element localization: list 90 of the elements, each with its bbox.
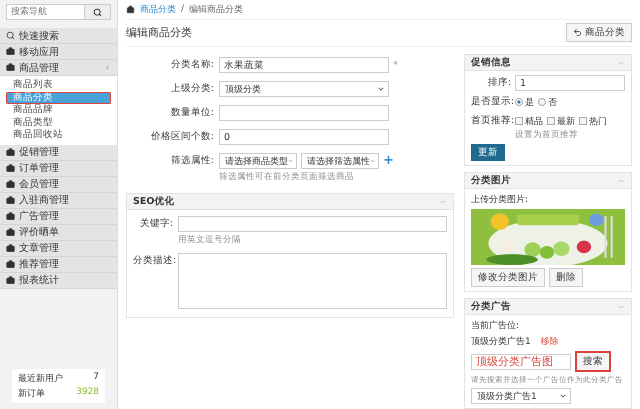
back-icon (573, 28, 582, 38)
stat-value: 7 (93, 372, 99, 384)
ad-select[interactable]: 顶级分类广告1 (471, 388, 571, 404)
caret-icon (377, 85, 385, 93)
select-field[interactable]: 请选择商品类型 (219, 153, 297, 169)
checkbox-option[interactable]: 精品 (515, 114, 543, 128)
field-hint: 设置为首页推荐 (515, 129, 579, 141)
briefcase-icon (6, 244, 15, 252)
menu-item[interactable]: 广告管理 (0, 208, 117, 224)
menu-item[interactable]: 商品管理 (0, 60, 117, 76)
field-label: 分类描述: (133, 254, 173, 268)
menu-item[interactable]: 入驻商管理 (0, 192, 117, 208)
search-icon (6, 31, 15, 40)
current-ad-value: 顶级分类广告1 (471, 336, 531, 348)
briefcase-icon (6, 196, 15, 204)
briefcase-icon (6, 63, 15, 72)
menu-item[interactable]: 会员管理 (0, 176, 117, 192)
briefcase-icon (6, 180, 15, 188)
field-label: 价格区间个数: (150, 130, 214, 144)
upload-label: 上传分类图片: (471, 194, 530, 206)
panel-title: SEO优化 (133, 195, 174, 208)
menu-item[interactable]: 文章管理 (0, 240, 117, 256)
panel-title: 分类广告 (471, 300, 511, 313)
breadcrumb-separator: / (181, 4, 184, 14)
description-field[interactable] (178, 253, 447, 309)
search-field[interactable]: 搜索导航 (6, 4, 85, 20)
remove-link[interactable]: 移除 (540, 335, 559, 348)
panel-title: 分类图片 (471, 174, 511, 187)
briefcase-icon (6, 260, 15, 268)
caret-icon (370, 157, 375, 165)
required-mark: * (393, 60, 398, 70)
quick-search-item[interactable]: 快速搜索 (0, 28, 117, 44)
caret-icon (288, 157, 293, 165)
menu-item[interactable]: 报表统计 (0, 272, 117, 288)
checkbox-option[interactable]: 热门 (579, 114, 607, 128)
stat-label: 最近新用户 (18, 372, 63, 385)
briefcase-icon (6, 276, 15, 284)
caret-icon (559, 392, 567, 400)
menu-item[interactable]: 促销管理 (0, 144, 117, 160)
field-label: 首页推荐: (471, 114, 511, 128)
page-title: 编辑商品分类 (126, 25, 192, 40)
breadcrumb-link[interactable]: 编辑商品分类 (189, 2, 244, 16)
search-button[interactable]: 搜索 (575, 351, 611, 372)
panel-title: 促销信息 (471, 56, 511, 69)
search-icon (93, 8, 102, 16)
collapse-icon (104, 64, 111, 71)
select-field[interactable]: 请选择筛选属性 (301, 153, 379, 169)
briefcase-icon (6, 148, 15, 156)
menu-item[interactable]: 订单管理 (0, 160, 117, 176)
briefcase-icon (6, 164, 15, 172)
add-button[interactable]: + (383, 154, 394, 168)
field-label: 上级分类: (170, 82, 214, 96)
text-field[interactable]: 0 (219, 129, 389, 145)
field-label: 排序: (486, 76, 511, 90)
update-button[interactable]: 更新 (471, 144, 505, 161)
select-field[interactable]: 顶级分类 (219, 81, 389, 97)
menu-item[interactable]: 移动应用 (0, 44, 117, 60)
radio-option[interactable]: 否 (538, 96, 557, 108)
text-field[interactable] (178, 216, 447, 232)
home-icon (126, 4, 135, 14)
submenu-item[interactable]: 商品回收站 (6, 129, 111, 142)
text-field[interactable]: 水果蔬菜 (219, 57, 389, 73)
back-button[interactable]: 商品分类 (566, 23, 632, 42)
field-label: 是否显示: (471, 95, 511, 109)
image-button[interactable]: 删除 (549, 268, 583, 287)
search-button[interactable] (85, 4, 111, 20)
field-hint: 筛选属性可在前分类页面筛选商品 (219, 171, 355, 183)
stat-label: 新订单 (18, 388, 45, 400)
submenu-item[interactable]: 商品列表 (6, 79, 111, 92)
checkbox-option[interactable]: 最新 (547, 114, 575, 128)
menu-item[interactable]: 评价晒单 (0, 224, 117, 240)
menu-item[interactable]: 推荐管理 (0, 256, 117, 272)
current-ad-label: 当前广告位: (471, 320, 520, 332)
breadcrumb-link[interactable]: 商品分类 (140, 2, 176, 16)
submenu-item[interactable]: 商品类型 (6, 116, 111, 129)
field-label: 数量单位: (170, 106, 214, 120)
ad-search-field[interactable]: 顶级分类广告图 (471, 354, 571, 370)
field-label: 关键字: (138, 217, 173, 231)
image-button[interactable]: 修改分类图片 (471, 268, 545, 287)
briefcase-icon (6, 212, 15, 220)
briefcase-icon (6, 47, 15, 56)
field-label: 筛选属性: (170, 154, 214, 168)
stat-value: 3928 (76, 387, 99, 399)
submenu-item[interactable]: 商品品牌 (6, 104, 111, 116)
text-field[interactable] (219, 105, 389, 121)
radio-option[interactable]: 是 (515, 96, 534, 108)
field-label: 分类名称: (170, 58, 214, 72)
sort-field[interactable]: 1 (515, 75, 625, 91)
briefcase-icon (6, 228, 15, 236)
field-hint: 用英文逗号分隔 (178, 234, 242, 246)
